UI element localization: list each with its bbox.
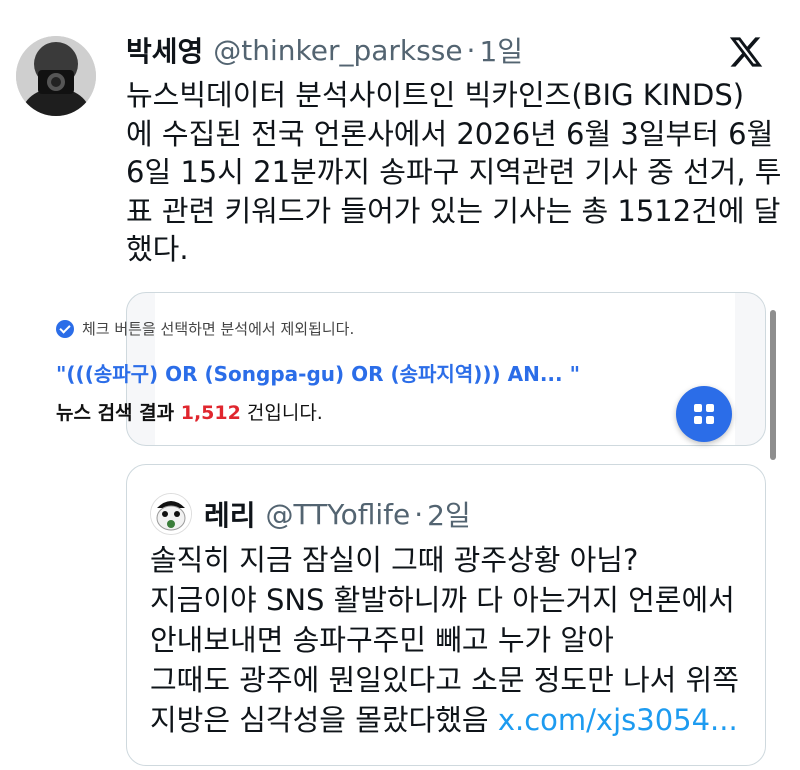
tweet-text-line: 에 수집된 전국 언론사에서 2026년 6월 3일부터 6월 — [126, 116, 774, 151]
separator-dot: · — [414, 497, 424, 531]
exclude-notice: 체크 버튼을 선택하면 분석에서 제외됩니다. — [56, 318, 354, 339]
tweet-text-line: 6일 15시 21분까지 송파구 지역관련 기사 중 선거, 투 — [126, 155, 782, 189]
quote-author-handle[interactable]: @TTYoflife — [266, 498, 411, 531]
result-count: 1,512 — [180, 402, 241, 424]
separator-dot: · — [466, 33, 476, 67]
quote-text-line: 지금이야 SNS 활발하니까 다 아는거지 언론에서 — [150, 583, 735, 617]
tweet-text-line: 표 관련 키워드가 들어가 있는 기사는 총 1512건에 달 — [126, 193, 781, 228]
tweet-text: 뉴스빅데이터 분석사이트인 빅카인즈(BIG KINDS) 에 수집된 전국 언… — [126, 76, 782, 269]
tweet-time[interactable]: 1일 — [479, 30, 523, 70]
author-avatar[interactable] — [16, 36, 96, 116]
quote-avatar[interactable] — [150, 493, 192, 535]
x-logo-icon — [728, 34, 764, 70]
check-circle-icon — [56, 319, 74, 338]
grid-dot — [694, 416, 702, 424]
quote-last-line: 지방은 심각성을 몰랐다했음 — [150, 703, 498, 737]
quote-header: 레리 @TTYoflife · 2일 — [150, 493, 471, 535]
quote-text-line: 지방은 심각성을 몰랐다했음 x.com/xjs3054... — [150, 700, 750, 740]
grid-dot — [694, 404, 702, 412]
exclude-notice-text: 체크 버튼을 선택하면 분석에서 제외됩니다. — [82, 320, 355, 338]
quote-text-line: 안내보내면 송파구주민 빼고 누가 알아 — [150, 623, 614, 657]
result-prefix: 뉴스 검색 결과 — [56, 402, 181, 424]
author-handle[interactable]: @thinker_parksse — [213, 34, 462, 67]
quote-text-line: 솔직히 지금 잠실이 그때 광주상황 아님? — [150, 543, 639, 577]
quote-text: 솔직히 지금 잠실이 그때 광주상황 아님? 지금이야 SNS 활발하니까 다 … — [150, 540, 750, 740]
tweet-header: 박세영 @thinker_parksse · 1일 — [126, 30, 780, 70]
quote-text-line: 그때도 광주에 뭔일있다고 소문 정도만 나서 위쪽 — [150, 663, 739, 697]
quote-link[interactable]: x.com/xjs3054... — [498, 703, 738, 737]
tweet-text-line: 했다. — [126, 232, 189, 266]
search-result: 뉴스 검색 결과 1,512 건입니다. — [56, 398, 323, 425]
quote-author-name[interactable]: 레리 — [204, 494, 256, 534]
result-suffix: 건입니다. — [240, 402, 323, 424]
grid-menu-button[interactable] — [676, 386, 732, 442]
quote-time[interactable]: 2일 — [427, 494, 471, 534]
search-query: "(((송파구) OR (Songpa-gu) OR (송파지역))) AN..… — [56, 362, 581, 386]
grid-dot — [706, 404, 714, 412]
tweet-text-line: 뉴스빅데이터 분석사이트인 빅카인즈(BIG KINDS) — [126, 78, 745, 112]
scrollbar[interactable] — [770, 310, 776, 460]
grid-dot — [706, 416, 714, 424]
author-name[interactable]: 박세영 — [126, 30, 203, 70]
